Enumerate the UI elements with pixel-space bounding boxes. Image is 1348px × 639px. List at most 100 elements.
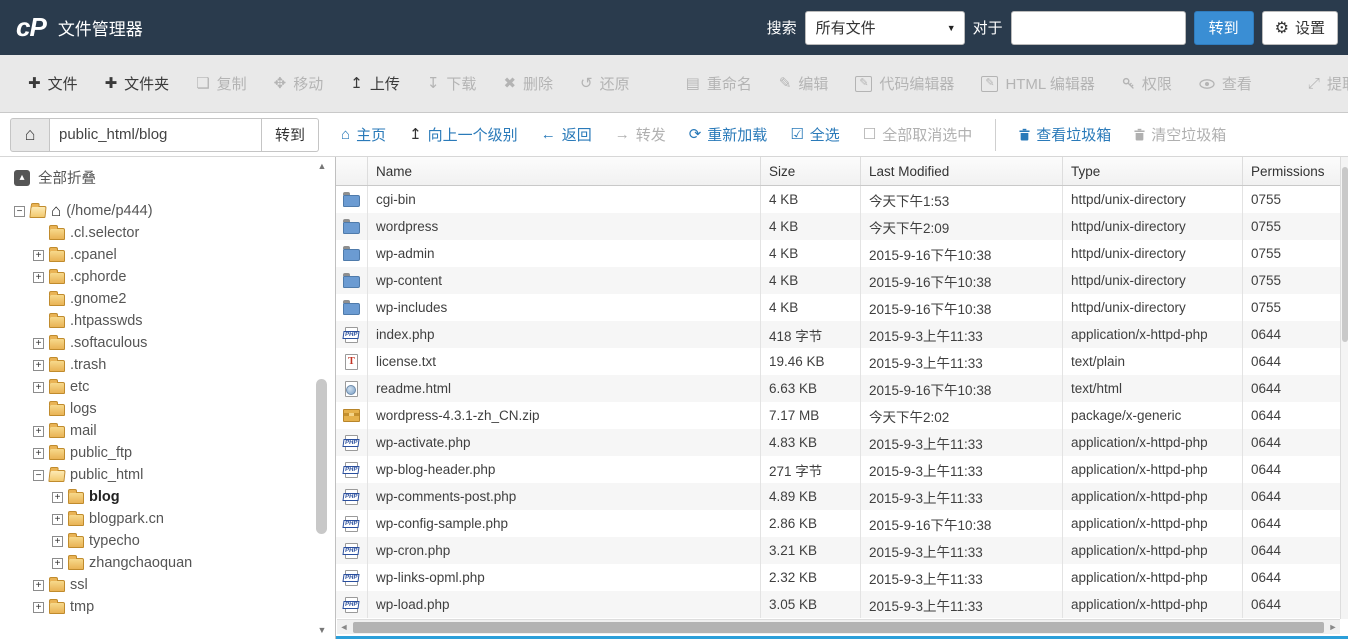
sidebar-scrollbar[interactable]: ▲ ▼ (315, 161, 329, 611)
expand-icon[interactable]: + (33, 580, 44, 591)
settings-button[interactable]: ⚙ 设置 (1262, 11, 1338, 45)
table-row[interactable]: wp-load.php3.05 KB2015-9-3上午11:33applica… (336, 591, 1348, 618)
table-row[interactable]: wp-activate.php4.83 KB2015-9-3上午11:33app… (336, 429, 1348, 456)
tree-item--trash[interactable]: +.trash (14, 354, 335, 376)
tree-item-public-html[interactable]: −public_html (14, 464, 335, 486)
expand-icon[interactable]: + (33, 448, 44, 459)
expand-icon[interactable]: + (33, 250, 44, 261)
tree-item--gnome2[interactable]: .gnome2 (14, 288, 335, 310)
column-header-type[interactable]: Type (1063, 157, 1243, 185)
nav-reload-link[interactable]: ⟳重新加载 (689, 124, 768, 145)
toolbar-delete-button[interactable]: ✖删除 (503, 73, 553, 94)
tree-item--cphorde[interactable]: +.cphorde (14, 266, 335, 288)
home-path-button[interactable]: ⌂ (10, 118, 50, 152)
nav-forward-link[interactable]: →转发 (615, 124, 666, 145)
toolbar-copy-button[interactable]: ❏复制 (196, 73, 246, 94)
tree-item-etc[interactable]: +etc (14, 376, 335, 398)
vscrollbar-thumb[interactable] (1342, 167, 1348, 342)
toolbar-code-editor-button[interactable]: ✎代码编辑器 (855, 73, 954, 94)
search-go-button[interactable]: 转到 (1194, 11, 1254, 45)
expand-icon[interactable]: + (33, 360, 44, 371)
table-row[interactable]: readme.html6.63 KB2015-9-16下午10:38text/h… (336, 375, 1348, 402)
expand-icon[interactable]: + (52, 492, 63, 503)
expand-icon[interactable]: + (52, 558, 63, 569)
toolbar-permissions-button[interactable]: 权限 (1122, 73, 1172, 94)
tree-item-typecho[interactable]: +typecho (14, 530, 335, 552)
table-row[interactable]: wp-cron.php3.21 KB2015-9-3上午11:33applica… (336, 537, 1348, 564)
column-header-name[interactable]: Name (368, 157, 761, 185)
toolbar-move-button[interactable]: ✥移动 (274, 73, 324, 94)
table-row[interactable]: wp-comments-post.php4.89 KB2015-9-3上午11:… (336, 483, 1348, 510)
column-icon-header[interactable] (336, 157, 368, 185)
scroll-up-icon[interactable]: ▲ (315, 161, 329, 171)
nav-empty-trash-link[interactable]: 清空垃圾箱 (1134, 124, 1226, 145)
nav-unselect-all-link[interactable]: ☐全部取消选中 (863, 124, 972, 145)
tree-item-logs[interactable]: logs (14, 398, 335, 420)
tree-item-blog[interactable]: +blog (14, 486, 335, 508)
table-row[interactable]: wp-content4 KB2015-9-16下午10:38httpd/unix… (336, 267, 1348, 294)
toolbar-rename-button[interactable]: ▤重命名 (686, 73, 752, 94)
table-row[interactable]: license.txt19.46 KB2015-9-3上午11:33text/p… (336, 348, 1348, 375)
table-row[interactable]: wp-links-opml.php2.32 KB2015-9-3上午11:33a… (336, 564, 1348, 591)
table-hscrollbar[interactable]: ◄ ► (337, 619, 1340, 634)
expand-icon[interactable]: + (33, 602, 44, 613)
folder-icon (68, 492, 84, 504)
toolbar-html-editor-button[interactable]: ✎HTML 编辑器 (981, 73, 1094, 94)
nav-up-one-level-link[interactable]: ↥向上一个级别 (409, 124, 518, 145)
expand-icon[interactable]: + (33, 338, 44, 349)
table-row[interactable]: wp-blog-header.php271 字节2015-9-3上午11:33a… (336, 456, 1348, 483)
tree-item--softaculous[interactable]: +.softaculous (14, 332, 335, 354)
nav-select-all-link[interactable]: ☑全选 (790, 124, 839, 145)
scroll-down-icon[interactable]: ▼ (315, 625, 329, 635)
table-row[interactable]: wordpress-4.3.1-zh_CN.zip7.17 MB今天下午2:02… (336, 402, 1348, 429)
expand-icon[interactable]: + (52, 514, 63, 525)
tree-item--cpanel[interactable]: +.cpanel (14, 244, 335, 266)
toolbar-new-folder-button[interactable]: ✚文件夹 (105, 73, 170, 94)
toolbar-restore-button[interactable]: ↺还原 (580, 73, 630, 94)
nav-home-link[interactable]: ⌂主页 (341, 124, 386, 145)
tree-item-zhangchaoquan[interactable]: +zhangchaoquan (14, 552, 335, 574)
tree-item-ssl[interactable]: +ssl (14, 574, 335, 596)
column-header-permissions[interactable]: Permissions (1243, 157, 1348, 185)
expand-icon[interactable]: + (33, 382, 44, 393)
path-input[interactable] (50, 118, 262, 152)
tree-item--cl-selector[interactable]: .cl.selector (14, 222, 335, 244)
expand-icon[interactable]: + (52, 536, 63, 547)
column-header-last-modified[interactable]: Last Modified (861, 157, 1063, 185)
nav-back-link[interactable]: ←返回 (541, 124, 592, 145)
toolbar-upload-button[interactable]: ↥上传 (350, 73, 400, 94)
toolbar-download-button[interactable]: ↧下载 (427, 73, 477, 94)
table-row[interactable]: index.php418 字节2015-9-3上午11:33applicatio… (336, 321, 1348, 348)
expand-icon[interactable]: + (33, 272, 44, 283)
scroll-right-icon[interactable]: ► (1326, 622, 1340, 632)
tree-item--htpasswds[interactable]: .htpasswds (14, 310, 335, 332)
search-input[interactable] (1011, 11, 1186, 45)
table-row[interactable]: wordpress4 KB今天下午2:09httpd/unix-director… (336, 213, 1348, 240)
toolbar-view-button[interactable]: 查看 (1199, 73, 1252, 94)
table-row[interactable]: cgi-bin4 KB今天下午1:53httpd/unix-directory0… (336, 186, 1348, 213)
tree-item-mail[interactable]: +mail (14, 420, 335, 442)
toolbar-extract-button[interactable]: ⤢提取 (1308, 73, 1348, 94)
scroll-left-icon[interactable]: ◄ (337, 622, 351, 632)
scrollbar-thumb[interactable] (316, 379, 327, 534)
hscrollbar-thumb[interactable] (353, 622, 1324, 633)
tree-item--home-p444-[interactable]: −⌂(/home/p444) (14, 200, 335, 222)
collapse-icon[interactable]: − (33, 470, 44, 481)
toolbar-edit-button[interactable]: ✎编辑 (779, 73, 829, 94)
collapse-icon[interactable]: − (14, 206, 25, 217)
path-go-button[interactable]: 转到 (262, 118, 319, 152)
tree-item-label: .gnome2 (70, 291, 126, 307)
table-vscrollbar[interactable] (1340, 157, 1348, 619)
expand-icon[interactable]: + (33, 426, 44, 437)
search-type-select[interactable]: 所有文件 ▼ (805, 11, 965, 45)
table-row[interactable]: wp-admin4 KB2015-9-16下午10:38httpd/unix-d… (336, 240, 1348, 267)
tree-item-blogpark-cn[interactable]: +blogpark.cn (14, 508, 335, 530)
table-row[interactable]: wp-config-sample.php2.86 KB2015-9-16下午10… (336, 510, 1348, 537)
tree-item-public-ftp[interactable]: +public_ftp (14, 442, 335, 464)
collapse-all-button[interactable]: ▴ 全部折叠 (14, 167, 335, 188)
nav-view-trash-link[interactable]: 查看垃圾箱 (1019, 124, 1111, 145)
column-header-size[interactable]: Size (761, 157, 861, 185)
toolbar-new-file-button[interactable]: ✚文件 (28, 73, 78, 94)
tree-item-tmp[interactable]: +tmp (14, 596, 335, 618)
table-row[interactable]: wp-includes4 KB2015-9-16下午10:38httpd/uni… (336, 294, 1348, 321)
